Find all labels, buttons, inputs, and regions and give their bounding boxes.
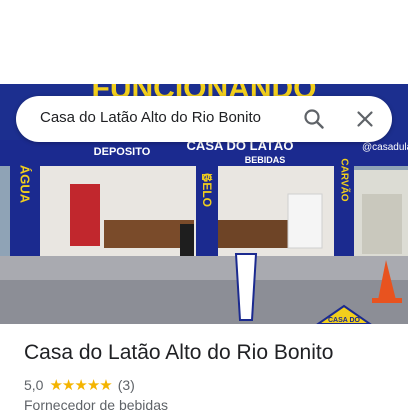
search-input[interactable]: Casa do Latão Alto do Rio Bonito (40, 109, 261, 126)
search-button[interactable] (302, 107, 326, 131)
shelf-right (216, 220, 288, 248)
sidewalk-sign (234, 253, 258, 321)
logo-watermark-text: CASA DO (328, 317, 361, 324)
star-icon: ★ (49, 376, 62, 394)
star-icon: ★ (86, 376, 100, 394)
fascia-deposito: DEPOSITO (94, 146, 151, 158)
water-stack (287, 193, 323, 249)
fascia-bebidas: BEBIDAS (245, 155, 286, 165)
star-icon: ★ (61, 376, 75, 394)
neighbor-gate (362, 194, 402, 254)
place-category: Fornecedor de bebidas (24, 397, 168, 413)
traffic-cone-base (372, 298, 402, 303)
speaker (180, 224, 194, 260)
pillar-left-text: ÁGUA (18, 165, 33, 204)
close-button[interactable] (353, 107, 377, 131)
red-fridge (70, 184, 100, 246)
close-icon (357, 111, 373, 127)
review-count[interactable]: (3) (118, 377, 135, 393)
star-icon: ★ (74, 376, 87, 394)
star-rating: ★ ★ ★ ★ ★ (49, 376, 112, 394)
star-icon: ★ (99, 376, 112, 394)
rating-value: 5,0 (24, 377, 44, 393)
search-icon (304, 109, 324, 129)
place-title: Casa do Latão Alto do Rio Bonito (24, 341, 334, 364)
search-bar[interactable]: Casa do Latão Alto do Rio Bonito (16, 96, 392, 142)
pillar-center-text: GELO (200, 173, 214, 207)
fascia-handle: @casadulat (362, 142, 408, 153)
rating-row[interactable]: 5,0 ★ ★ ★ ★ ★ (3) (24, 376, 135, 394)
